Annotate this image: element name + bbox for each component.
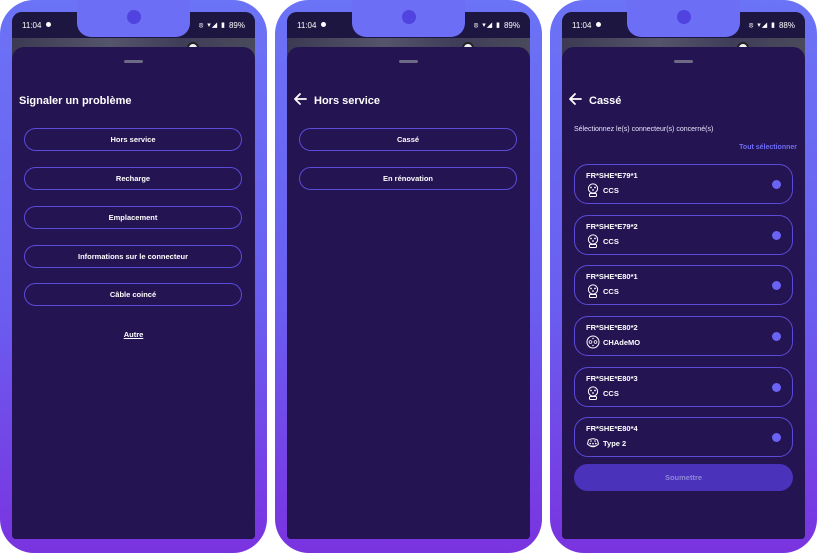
connector-card[interactable]: FR*SHE*E79*2 CCS — [574, 215, 793, 255]
connector-radio[interactable] — [772, 231, 781, 240]
connector-type: CCS — [603, 186, 619, 195]
submit-button[interactable]: Soumettre — [574, 464, 793, 491]
ccs-plug-icon — [587, 386, 599, 400]
camera-icon — [402, 10, 416, 24]
phone-notch — [352, 0, 465, 37]
phone-notch — [77, 0, 190, 37]
phone-frame-broken: 11:04 ⦻ ▾◢ ▮ 88% Cassé Sélectionnez le(s… — [550, 0, 817, 553]
signal-wifi-icons: ⦻ ▾◢ ▮ — [473, 22, 501, 29]
status-time: 11:04 — [572, 21, 592, 30]
option-cable-stuck-button[interactable]: Câble coincé — [24, 283, 242, 306]
option-renovation-button[interactable]: En rénovation — [299, 167, 517, 190]
option-broken-button[interactable]: Cassé — [299, 128, 517, 151]
notification-dot-icon — [596, 22, 601, 27]
other-link[interactable]: Autre — [12, 330, 255, 339]
ccs-plug-icon — [587, 183, 599, 197]
connector-id: FR*SHE*E80*4 — [586, 424, 638, 433]
battery-percentage: 88% — [778, 21, 795, 30]
phone-frame-report-problem: 11:04 ⦻ ▾◢ ▮ 89% Signaler un problème Ho… — [0, 0, 267, 553]
option-connector-info-button[interactable]: Informations sur le connecteur — [24, 245, 242, 268]
connector-type: CCS — [603, 237, 619, 246]
select-all-link[interactable]: Tout sélectionner — [739, 144, 797, 151]
sheet-title: Signaler un problème — [19, 95, 132, 107]
camera-icon — [677, 10, 691, 24]
connector-id: FR*SHE*E79*1 — [586, 171, 638, 180]
bottom-sheet: Signaler un problème Hors service Rechar… — [12, 47, 255, 539]
phone-frame-out-of-service: 11:04 ⦻ ▾◢ ▮ 89% Hors service Cassé En r… — [275, 0, 542, 553]
connector-radio[interactable] — [772, 180, 781, 189]
notification-dot-icon — [321, 22, 326, 27]
screen: 11:04 ⦻ ▾◢ ▮ 89% Signaler un problème Ho… — [12, 12, 255, 539]
battery-percentage: 89% — [503, 21, 520, 30]
connector-type: CHAdeMO — [603, 338, 641, 347]
signal-wifi-icons: ⦻ ▾◢ ▮ — [748, 22, 776, 29]
sheet-title: Hors service — [314, 95, 381, 107]
connector-radio[interactable] — [772, 433, 781, 442]
connector-id: FR*SHE*E80*3 — [586, 374, 638, 383]
screen: 11:04 ⦻ ▾◢ ▮ 88% Cassé Sélectionnez le(s… — [562, 12, 805, 539]
connector-id: FR*SHE*E80*2 — [586, 323, 638, 332]
connector-id: FR*SHE*E79*2 — [586, 222, 638, 231]
sheet-drag-handle[interactable] — [399, 60, 418, 63]
connector-card[interactable]: FR*SHE*E80*1 CCS — [574, 265, 793, 305]
connector-card[interactable]: FR*SHE*E80*2 CHAdeMO — [574, 316, 793, 356]
instruction-text: Sélectionnez le(s) connecteur(s) concern… — [574, 126, 714, 133]
ccs-plug-icon — [587, 284, 599, 298]
connector-card[interactable]: FR*SHE*E79*1 CCS — [574, 164, 793, 204]
connector-id: FR*SHE*E80*1 — [586, 272, 638, 281]
option-emplacement-button[interactable]: Emplacement — [24, 206, 242, 229]
sheet-title: Cassé — [589, 95, 622, 107]
camera-icon — [127, 10, 141, 24]
signal-wifi-icons: ⦻ ▾◢ ▮ — [198, 22, 226, 29]
status-time: 11:04 — [22, 21, 42, 30]
sheet-drag-handle[interactable] — [124, 60, 143, 63]
bottom-sheet: Hors service Cassé En rénovation — [287, 47, 530, 539]
status-time: 11:04 — [297, 21, 317, 30]
arrow-left-icon[interactable] — [567, 91, 583, 107]
connector-radio[interactable] — [772, 332, 781, 341]
connector-card[interactable]: FR*SHE*E80*4 Type 2 — [574, 417, 793, 457]
sheet-drag-handle[interactable] — [674, 60, 693, 63]
connector-type: Type 2 — [603, 439, 627, 448]
connector-radio[interactable] — [772, 281, 781, 290]
ccs-plug-icon — [587, 234, 599, 248]
type2-plug-icon — [586, 438, 600, 448]
chademo-plug-icon — [586, 335, 600, 349]
arrow-left-icon[interactable] — [292, 91, 308, 107]
connector-type: CCS — [603, 389, 619, 398]
battery-percentage: 89% — [228, 21, 245, 30]
notification-dot-icon — [46, 22, 51, 27]
connector-radio[interactable] — [772, 383, 781, 392]
bottom-sheet: Cassé Sélectionnez le(s) connecteur(s) c… — [562, 47, 805, 539]
option-hors-service-button[interactable]: Hors service — [24, 128, 242, 151]
connector-type: CCS — [603, 287, 619, 296]
connector-card[interactable]: FR*SHE*E80*3 CCS — [574, 367, 793, 407]
screen: 11:04 ⦻ ▾◢ ▮ 89% Hors service Cassé En r… — [287, 12, 530, 539]
option-recharge-button[interactable]: Recharge — [24, 167, 242, 190]
phone-notch — [627, 0, 740, 37]
